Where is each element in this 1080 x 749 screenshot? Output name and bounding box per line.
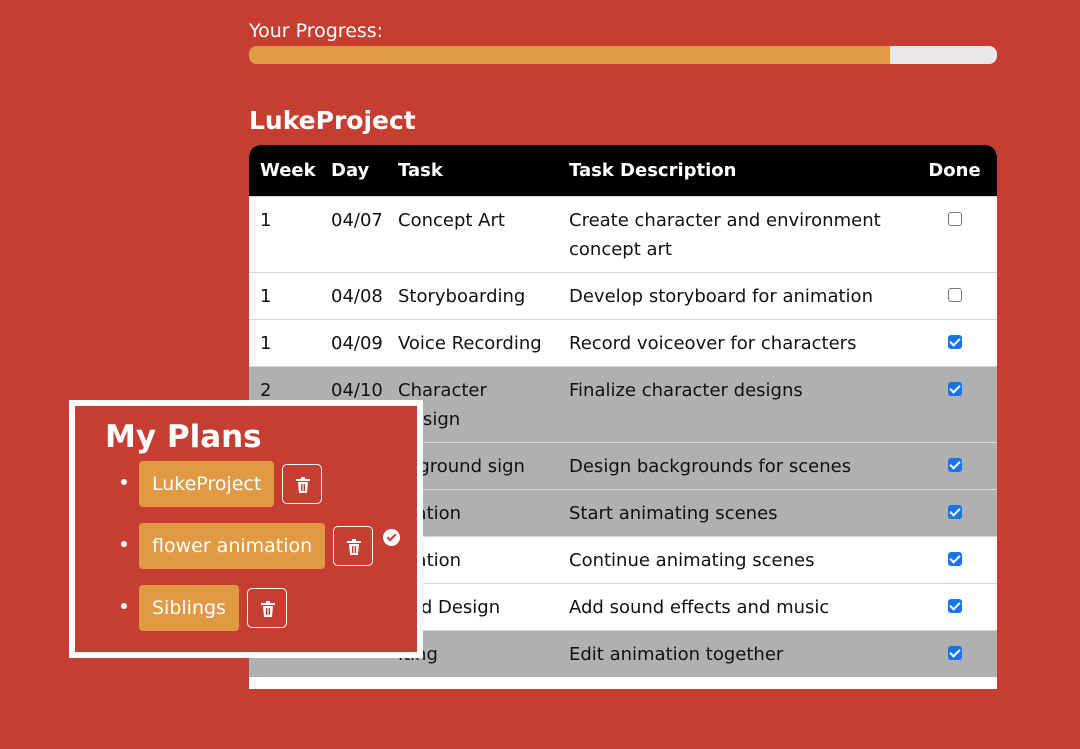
- task-cell: Voice Recording: [398, 332, 542, 354]
- delete-plan-button[interactable]: [282, 464, 322, 504]
- trash-icon: [261, 601, 275, 617]
- done-cell: [912, 442, 997, 489]
- delete-plan-button[interactable]: [247, 588, 287, 628]
- project-title: LukeProject: [249, 106, 416, 135]
- task-cell: Concept Art: [398, 209, 505, 231]
- delete-plan-button[interactable]: [333, 526, 373, 566]
- done-cell: [912, 536, 997, 583]
- description-cell: Edit animation together: [569, 643, 784, 665]
- bullet-icon: [121, 541, 127, 547]
- day-cell: 04/08: [331, 285, 383, 307]
- day-cell: 04/07: [331, 209, 383, 231]
- plans-title: My Plans: [105, 419, 262, 455]
- description-cell: Finalize character designs: [569, 379, 803, 401]
- column-header-week: Week: [260, 159, 316, 181]
- done-checkbox[interactable]: [947, 504, 962, 519]
- column-header-task: Task: [398, 159, 443, 181]
- done-checkbox[interactable]: [947, 645, 962, 660]
- column-header-done: Done: [928, 159, 981, 181]
- done-checkbox[interactable]: [947, 381, 962, 396]
- column-header-day: Day: [331, 159, 370, 181]
- bullet-icon: [121, 479, 127, 485]
- done-cell: [912, 196, 997, 272]
- done-checkbox[interactable]: [947, 598, 962, 613]
- bullet-icon: [121, 603, 127, 609]
- done-cell: [912, 489, 997, 536]
- table-row: 1 04/07 Concept Art Create character and en…: [249, 196, 997, 272]
- week-cell: 1: [260, 209, 272, 231]
- description-cell: Create character and environment concept…: [569, 209, 881, 260]
- check-circle-icon: [383, 529, 400, 546]
- done-checkbox[interactable]: [947, 287, 962, 302]
- description-cell: Design backgrounds for scenes: [569, 455, 852, 477]
- table-row: 1 04/08 Storyboarding Develop storyboard fo…: [249, 272, 997, 319]
- description-cell: Record voiceover for characters: [569, 332, 857, 354]
- trash-icon: [296, 477, 310, 493]
- week-cell: 1: [260, 285, 272, 307]
- description-cell: Develop storyboard for animation: [569, 285, 873, 307]
- week-cell: 1: [260, 332, 272, 354]
- done-checkbox[interactable]: [947, 211, 962, 226]
- progress-label: Your Progress:: [249, 20, 384, 42]
- table-row: 1 04/09 Voice Recording Record voiceover fo…: [249, 319, 997, 366]
- table-header-row: Week Day Task Task Description Done: [249, 145, 997, 196]
- done-cell: [912, 583, 997, 630]
- task-cell: Storyboarding: [398, 285, 526, 307]
- progress-bar: [249, 46, 997, 64]
- plan-name-button[interactable]: flower animation: [139, 523, 326, 569]
- done-cell: [912, 272, 997, 319]
- done-checkbox[interactable]: [947, 551, 962, 566]
- trash-icon: [347, 539, 361, 555]
- description-cell: Start animating scenes: [569, 502, 778, 524]
- done-cell: [912, 366, 997, 442]
- my-plans-panel: My Plans LukeProject flower animation Sibl…: [69, 400, 423, 658]
- done-checkbox[interactable]: [947, 457, 962, 472]
- progress-bar-fill: [249, 46, 891, 64]
- description-cell: Add sound effects and music: [569, 596, 830, 618]
- plan-name-button[interactable]: LukeProject: [139, 461, 275, 507]
- plan-name-button[interactable]: Siblings: [139, 585, 239, 631]
- done-cell: [912, 319, 997, 366]
- description-cell: Continue animating scenes: [569, 549, 815, 571]
- done-checkbox[interactable]: [947, 334, 962, 349]
- day-cell: 04/09: [331, 332, 383, 354]
- column-header-description: Task Description: [569, 159, 737, 181]
- done-cell: [912, 630, 997, 677]
